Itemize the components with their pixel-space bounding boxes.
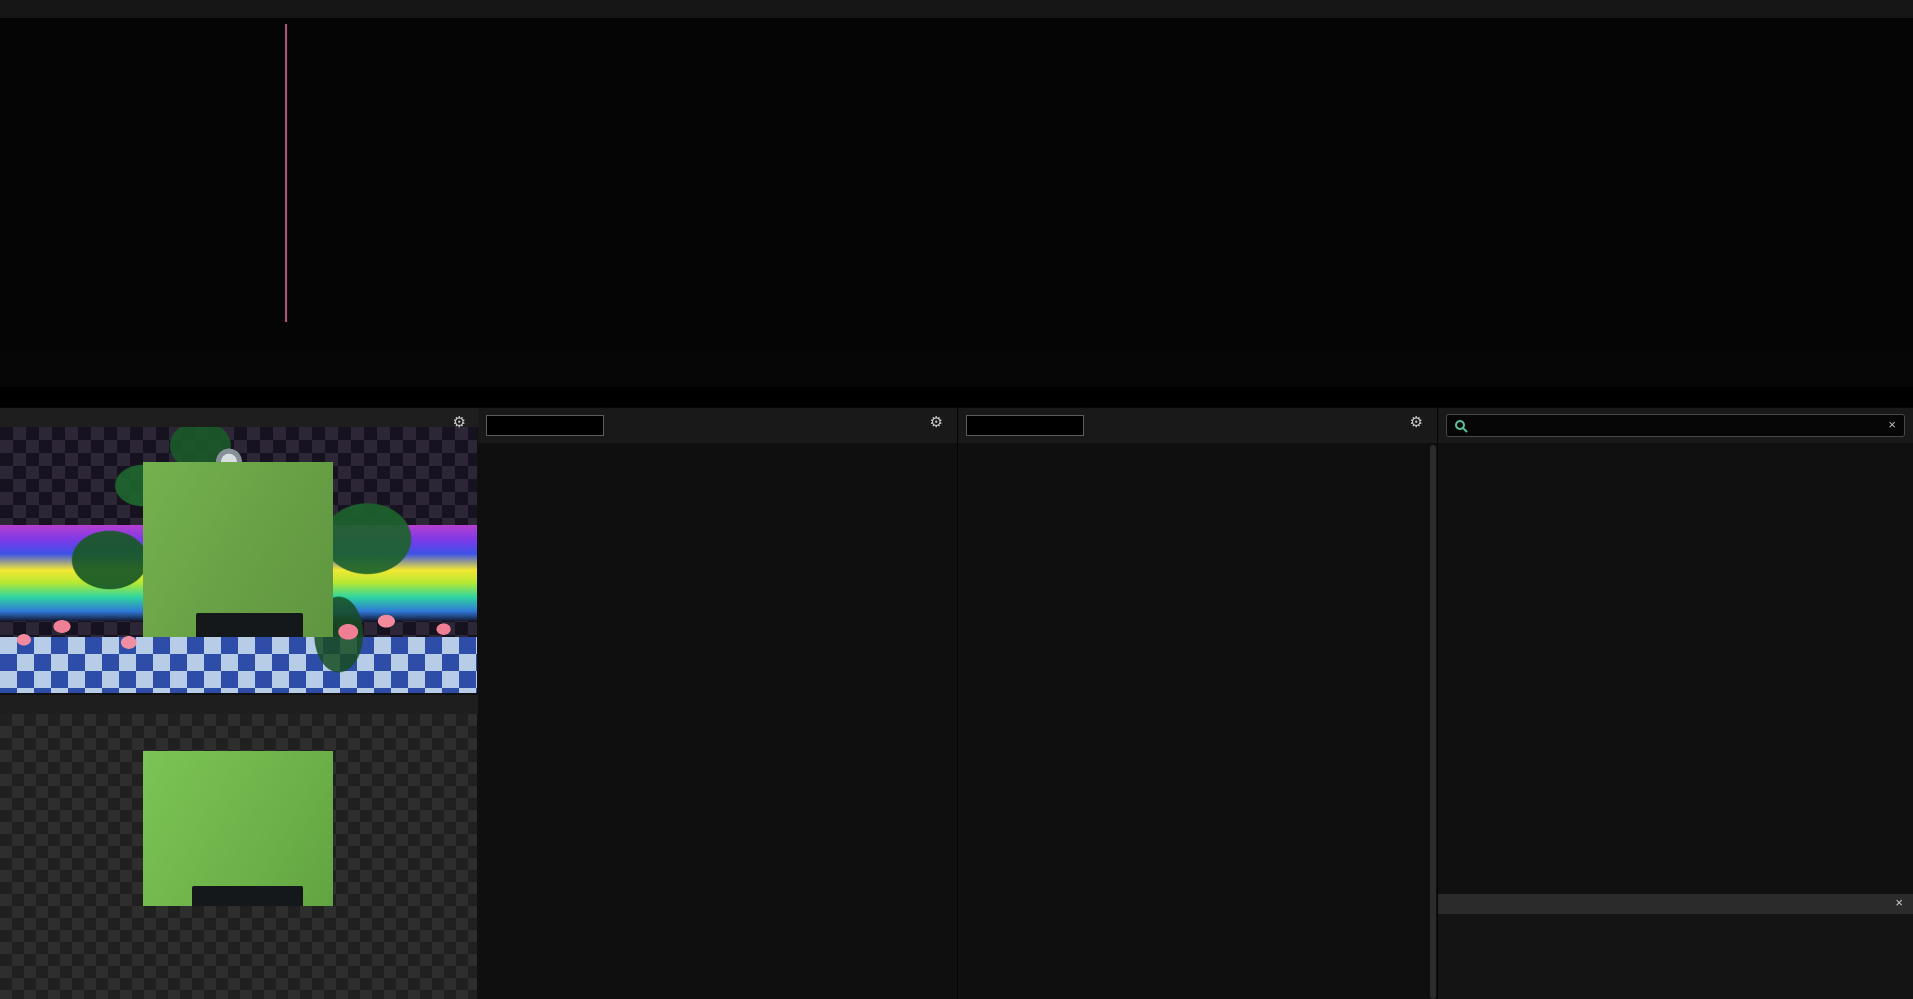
- clip-panel-scrollbar[interactable]: [1429, 445, 1437, 999]
- panel-tab-bar: [0, 387, 1913, 407]
- search-icon: [1454, 419, 1468, 438]
- midi-controller-silhouette: [192, 886, 302, 906]
- close-icon[interactable]: ×: [1895, 895, 1903, 910]
- blurred-camera-icon: [1073, 408, 1373, 443]
- green-screen-camera-feed: [143, 462, 333, 637]
- search-row: ×: [1438, 408, 1913, 443]
- clip-name-row: ⚙: [958, 408, 1437, 443]
- deck-divider: [285, 24, 287, 322]
- gear-icon[interactable]: ⚙: [453, 413, 466, 433]
- gear-icon[interactable]: ⚙: [930, 413, 943, 433]
- crossfader-row: [0, 324, 1913, 350]
- resolume-arena-window: ⚙ ⚙ ⚙: [0, 0, 1913, 999]
- search-input[interactable]: [1473, 415, 1873, 436]
- clip-panel: ⚙: [958, 408, 1437, 999]
- help-panel: ×: [1438, 894, 1913, 999]
- preview-monitor-titlebar: [0, 695, 478, 714]
- menu-bar: [0, 0, 1913, 18]
- help-titlebar: ×: [1438, 894, 1913, 914]
- clip-name-input[interactable]: [966, 415, 1084, 436]
- layer-panel: ⚙: [478, 408, 957, 999]
- clear-search-icon[interactable]: ×: [1888, 417, 1896, 432]
- output-monitor-video[interactable]: [0, 427, 477, 693]
- green-screen-camera-feed-preview: [143, 751, 333, 906]
- search-input-wrap: ×: [1446, 414, 1905, 437]
- output-monitor-titlebar: ⚙: [0, 408, 478, 427]
- browser-panel: × ×: [1438, 408, 1913, 999]
- layer-name-row: ⚙: [478, 408, 957, 443]
- layer-name-input[interactable]: [486, 415, 604, 436]
- midi-controller-silhouette: [196, 613, 302, 638]
- transport-bar: [0, 354, 1913, 384]
- monitor-panel: ⚙: [0, 408, 478, 999]
- preview-monitor-video[interactable]: [0, 714, 477, 999]
- gear-icon[interactable]: ⚙: [1410, 413, 1423, 433]
